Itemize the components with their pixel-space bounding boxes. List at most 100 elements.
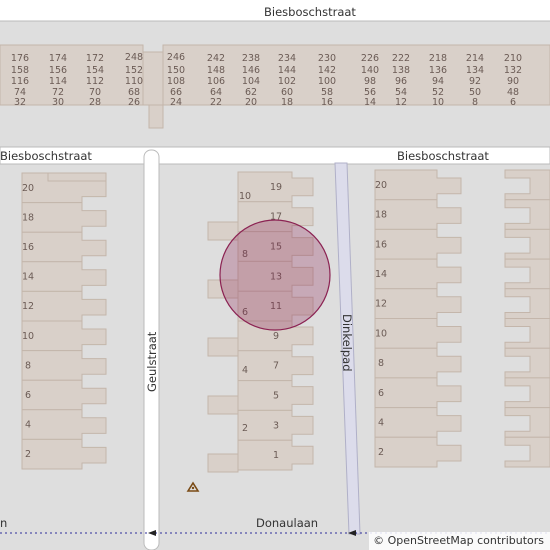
house-number: 176: [11, 53, 29, 64]
house-number: 94: [432, 76, 444, 87]
house-polygon: [207, 453, 239, 473]
house-number: 222: [392, 53, 410, 64]
house-number: 142: [318, 65, 336, 76]
house-number: 90: [507, 76, 519, 87]
house-number: 114: [49, 76, 67, 87]
road-label-fragment: n: [0, 516, 7, 530]
house-number: 156: [49, 65, 67, 76]
house-number: 2: [25, 449, 31, 460]
house-number: 230: [318, 53, 336, 64]
house-number: 106: [207, 76, 225, 87]
house-number: 14: [364, 97, 376, 108]
map-canvas[interactable]: 176 158 116 74 32 174 156 114 72 30 172 154 112 70 28 2…: [0, 0, 550, 550]
house-number: 12: [395, 97, 407, 108]
house-number: 226: [361, 53, 379, 64]
house-number: 24: [170, 97, 182, 108]
house-number: 18: [375, 210, 387, 221]
road-label-geulstraat: Geulstraat: [145, 331, 159, 392]
house-number: 238: [242, 53, 260, 64]
house-number: 242: [207, 53, 225, 64]
map-svg[interactable]: 1761581167432174156114723017215411270282…: [0, 0, 550, 550]
house-polygon: [207, 337, 239, 357]
house-number: 32: [14, 97, 26, 108]
house-number: 174: [49, 53, 67, 64]
house-number: 16: [375, 239, 387, 250]
house-number: 6: [25, 390, 31, 401]
house-number: 9: [273, 331, 279, 342]
house-number: 4: [242, 365, 248, 376]
house-number: 2: [242, 423, 248, 434]
house-number: 8: [472, 97, 478, 108]
house-number: 16: [321, 97, 333, 108]
house-number: 6: [378, 388, 384, 399]
house-number: 4: [25, 420, 31, 431]
house-number: 20: [375, 180, 387, 191]
house-number: 132: [504, 65, 522, 76]
house-polygon: [207, 221, 239, 241]
road-label-dinkelpad: Dinkelpad: [340, 314, 354, 372]
road-label-top: Biesboschstraat: [264, 5, 356, 19]
house-number: 102: [278, 76, 296, 87]
location-marker-circle[interactable]: [219, 219, 331, 331]
house-number: 134: [466, 65, 484, 76]
house-number: 4: [378, 417, 384, 428]
house-number: 26: [128, 97, 140, 108]
road-label-left: Biesboschstraat: [0, 149, 92, 163]
road-label-donaulaan: Donaulaan: [256, 516, 318, 530]
house-number: 214: [466, 53, 484, 64]
house-number: 10: [22, 331, 34, 342]
house-number: 116: [11, 76, 29, 87]
house-number: 144: [278, 65, 296, 76]
house-number: 138: [392, 65, 410, 76]
house-number: 104: [242, 76, 260, 87]
house-number: 7: [273, 361, 279, 372]
house-number: 12: [22, 301, 34, 312]
house-number: 140: [361, 65, 379, 76]
house-number: 148: [207, 65, 225, 76]
house-number: 28: [89, 97, 101, 108]
house-number: 8: [378, 358, 384, 369]
house-number: 136: [429, 65, 447, 76]
house-number: 150: [167, 65, 185, 76]
house-number: 10: [239, 191, 251, 202]
house-number: 19: [270, 182, 282, 193]
house-number: 8: [25, 360, 31, 371]
house-number: 96: [395, 76, 407, 87]
house-number: 14: [22, 272, 34, 283]
house-number: 5: [273, 391, 279, 402]
house-number: 30: [52, 97, 64, 108]
house-number: 234: [278, 53, 296, 64]
house-number: 22: [210, 97, 222, 108]
house-number: 18: [22, 212, 34, 223]
house-number: 20: [245, 97, 257, 108]
house-number: 92: [469, 76, 481, 87]
house-number: 108: [167, 76, 185, 87]
house-number: 152: [125, 65, 143, 76]
house-number: 110: [125, 76, 143, 87]
house-number: 18: [281, 97, 293, 108]
house-number: 172: [86, 53, 104, 64]
house-number: 6: [510, 97, 516, 108]
house-number: 210: [504, 53, 522, 64]
house-number: 10: [432, 97, 444, 108]
house-number: 3: [273, 420, 279, 431]
house-number: 98: [364, 76, 376, 87]
house-number: 218: [429, 53, 447, 64]
copyright-symbol: ©: [373, 534, 385, 547]
house-number: 248: [125, 52, 143, 63]
road-label-right: Biesboschstraat: [397, 149, 489, 163]
house-number: 1: [273, 450, 279, 461]
house-number: 100: [318, 76, 336, 87]
house-number: 12: [375, 299, 387, 310]
house-number: 10: [375, 328, 387, 339]
house-number: 20: [22, 183, 34, 194]
attribution[interactable]: © OpenStreetMap contributors: [369, 532, 550, 550]
house-number: 146: [242, 65, 260, 76]
attribution-text[interactable]: OpenStreetMap contributors: [388, 534, 544, 547]
house-polygon: [207, 395, 239, 415]
house-number: 14: [375, 269, 387, 280]
house-number: 158: [11, 65, 29, 76]
house-number: 112: [86, 76, 104, 87]
house-number: 154: [86, 65, 104, 76]
house-number: 246: [167, 52, 185, 63]
